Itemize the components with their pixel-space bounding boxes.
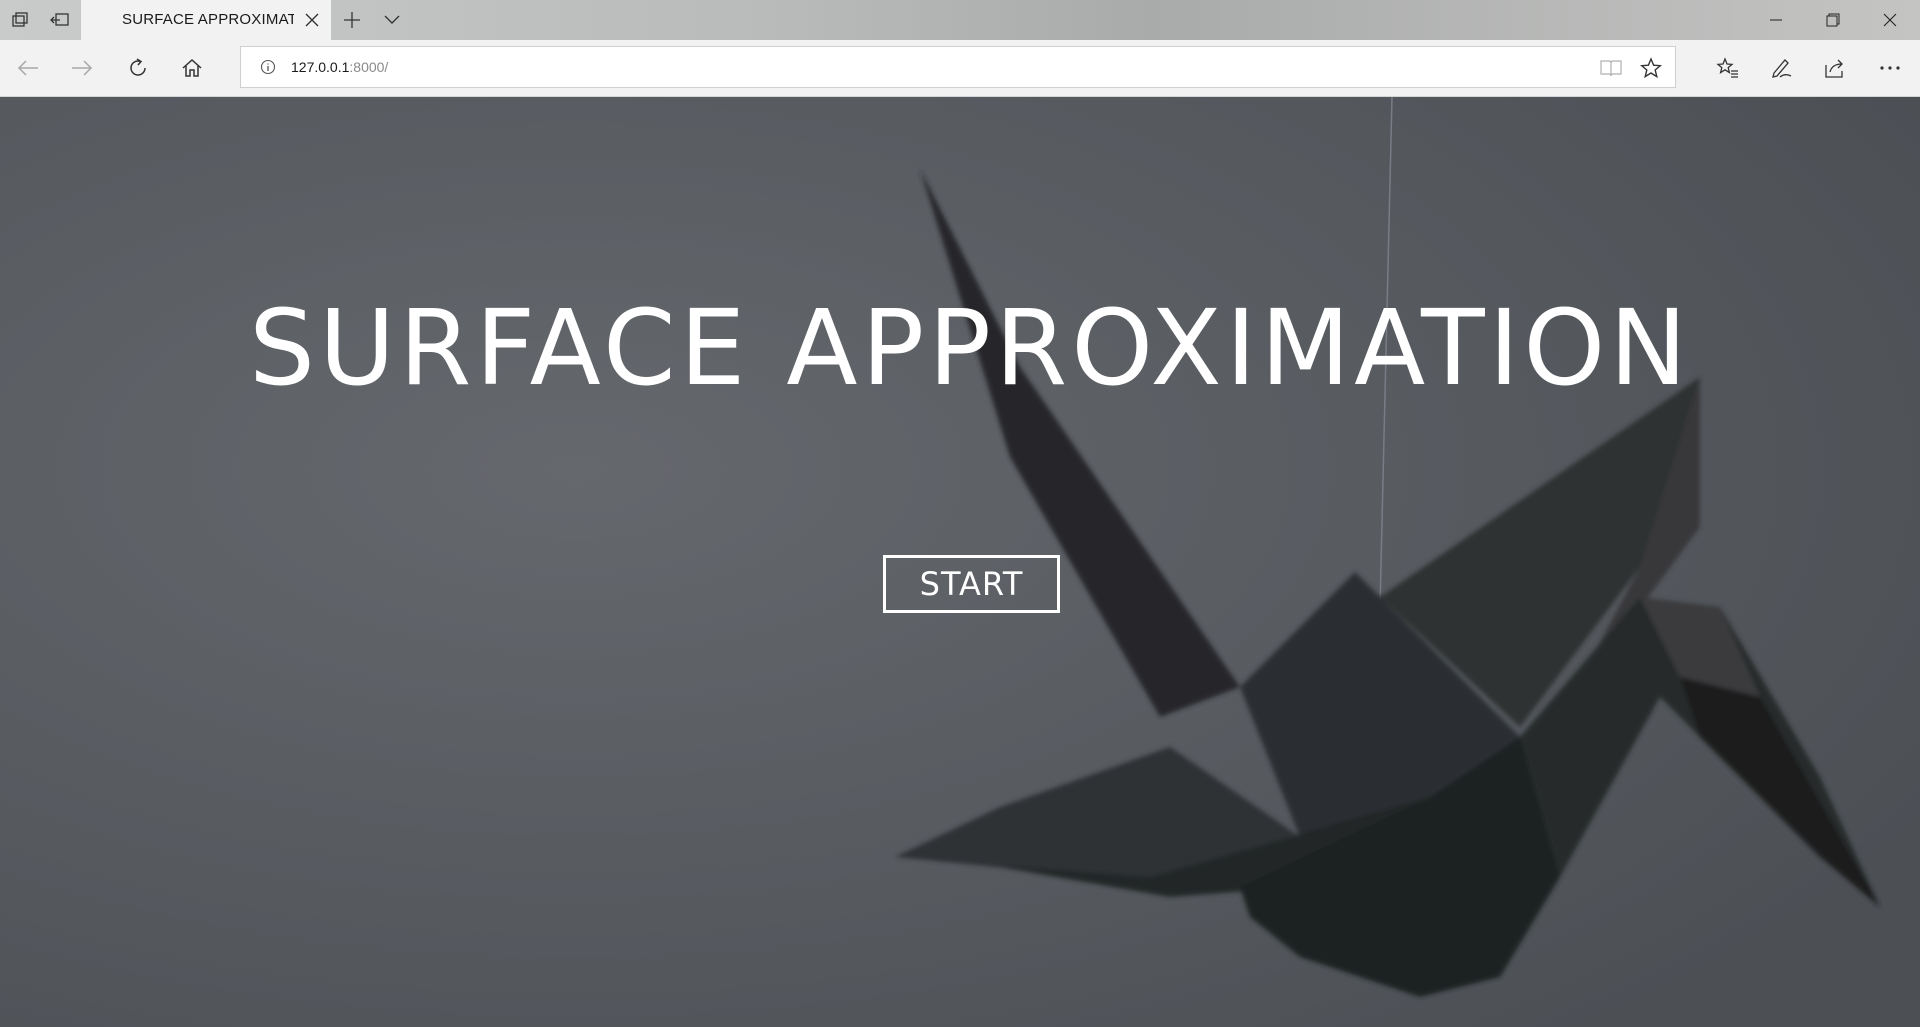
share-icon[interactable] bbox=[1820, 52, 1852, 84]
close-window-icon[interactable] bbox=[1862, 0, 1918, 40]
star-icon[interactable] bbox=[1639, 56, 1663, 80]
url-text[interactable]: 127.0.0.1:8000/ bbox=[291, 59, 388, 75]
restore-icon[interactable] bbox=[1805, 0, 1861, 40]
tab-actions-icon[interactable] bbox=[8, 8, 32, 32]
more-icon[interactable] bbox=[1874, 52, 1906, 84]
url-port-path: :8000/ bbox=[349, 59, 389, 75]
back-arrow-icon[interactable] bbox=[12, 52, 44, 84]
active-tab[interactable]: SURFACE APPROXIMATI bbox=[81, 0, 331, 40]
set-aside-tabs-icon[interactable] bbox=[48, 8, 72, 32]
pen-icon[interactable] bbox=[1766, 52, 1798, 84]
tab-title: SURFACE APPROXIMATI bbox=[122, 11, 294, 28]
favorites-list-icon[interactable] bbox=[1712, 52, 1744, 84]
url-host: 127.0.0.1 bbox=[291, 59, 350, 75]
close-tab-icon[interactable] bbox=[302, 10, 322, 30]
page-title: SURFACE APPROXIMATION bbox=[249, 287, 1691, 409]
refresh-icon[interactable] bbox=[122, 52, 154, 84]
reading-view-icon[interactable] bbox=[1599, 56, 1623, 80]
browser-toolbar: 127.0.0.1:8000/ bbox=[0, 40, 1920, 97]
start-button[interactable]: START bbox=[883, 555, 1060, 613]
home-icon[interactable] bbox=[176, 52, 208, 84]
page-viewport: SURFACE APPROXIMATION START bbox=[0, 97, 1920, 1027]
chevron-down-icon[interactable] bbox=[380, 8, 404, 32]
forward-arrow-icon[interactable] bbox=[66, 52, 98, 84]
minimize-icon[interactable] bbox=[1748, 0, 1804, 40]
browser-titlebar: SURFACE APPROXIMATI bbox=[0, 0, 1920, 40]
plus-icon[interactable] bbox=[340, 8, 364, 32]
info-icon[interactable] bbox=[259, 58, 277, 76]
address-bar[interactable]: 127.0.0.1:8000/ bbox=[240, 46, 1676, 88]
